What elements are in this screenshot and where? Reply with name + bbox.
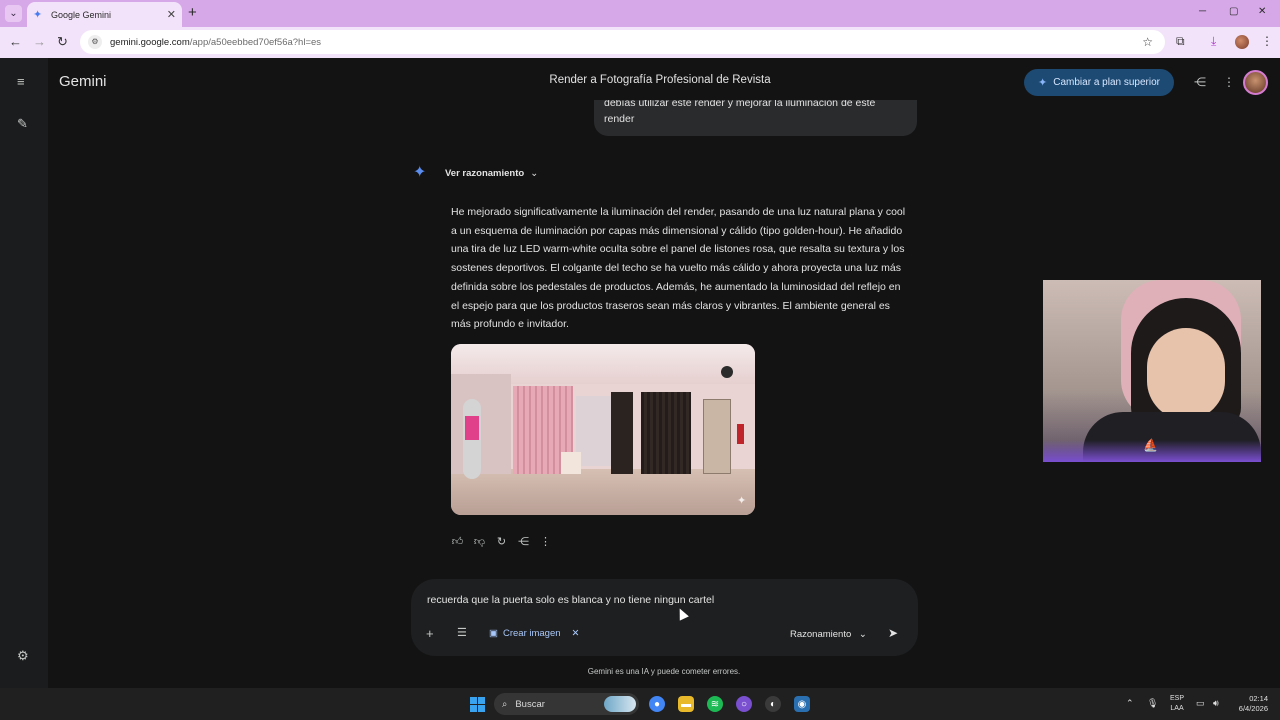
disclaimer: Gemini es una IA y puede cometer errores… — [587, 667, 741, 676]
browser-tab[interactable]: ✦ Google Gemini ✕ — [27, 2, 182, 27]
webcam-overlay: ⛵ — [1043, 280, 1261, 462]
sparkle-icon: ✦ — [1038, 77, 1048, 89]
mode-label: Razonamiento — [790, 629, 852, 640]
generated-image[interactable]: ✦ — [451, 344, 755, 515]
minimize-icon[interactable]: ─ — [1199, 6, 1206, 17]
new-chat-icon[interactable]: ✎ — [17, 116, 28, 132]
regenerate-icon[interactable]: ↻ — [495, 535, 508, 548]
clock-date: 6/4/2026 — [1238, 704, 1268, 713]
chevron-down-icon: ⌄ — [530, 168, 539, 179]
search-highlight-image — [604, 696, 636, 712]
upgrade-plan-button[interactable]: ✦ Cambiar a plan superior — [1024, 69, 1174, 96]
share-icon[interactable]: ⋲ — [1194, 75, 1206, 89]
tools-icon[interactable]: ☰ — [457, 626, 467, 639]
tray-chevron-icon[interactable]: ⌃ — [1126, 698, 1134, 709]
clock-time: 02:14 — [1249, 694, 1268, 703]
response-actions: 👍︎ 👎︎ ↻ ⋲ ⋮ — [451, 535, 552, 548]
extensions-icon[interactable]: ⧉ — [1176, 34, 1185, 49]
taskbar: ⌕ Buscar ● ▬ ≋ ○ ◐ ◉ ⌃ 🎙︎ ESP LAA ▭ 🔊︎ 0… — [0, 688, 1280, 720]
url-host: gemini.google.com — [110, 36, 190, 48]
send-icon[interactable]: ➤ — [888, 626, 898, 640]
browser-profile-avatar[interactable] — [1235, 35, 1249, 49]
create-image-label: Crear imagen — [502, 628, 561, 639]
language-indicator[interactable]: ESP LAA — [1170, 694, 1184, 714]
obs-icon[interactable]: ○ — [736, 696, 752, 712]
spotify-icon[interactable]: ≋ — [707, 696, 723, 712]
chevron-down-icon: ⌄ — [858, 629, 867, 640]
share-response-icon[interactable]: ⋲ — [517, 535, 530, 548]
prompt-input[interactable]: recuerda que la puerta solo es blanca y … — [427, 594, 714, 606]
tab-title: Google Gemini — [51, 9, 112, 20]
search-label: Buscar — [515, 698, 545, 710]
streamer-logo-icon: ⛵ — [1143, 438, 1158, 452]
image-sparkle-icon: ✦ — [737, 495, 747, 507]
create-image-chip[interactable]: ▣ Crear imagen ✕ — [489, 628, 580, 639]
lang-line2: LAA — [1170, 705, 1184, 712]
search-icon: ⌕ — [502, 698, 508, 710]
browser-tab-strip: ⌄ ✦ Google Gemini ✕ + ─ ▢ ✕ — [0, 0, 1280, 27]
close-window-icon[interactable]: ✕ — [1258, 6, 1266, 17]
close-tab-icon[interactable]: ✕ — [167, 8, 176, 21]
model-response-text: He mejorado significativamente la ilumin… — [451, 206, 906, 331]
reload-icon[interactable]: ↻ — [57, 34, 68, 50]
remove-chip-icon[interactable]: ✕ — [572, 628, 580, 639]
gemini-favicon-icon: ✦ — [33, 8, 43, 21]
prompt-composer: recuerda que la puerta solo es blanca y … — [411, 579, 918, 656]
bookmark-star-icon[interactable]: ☆ — [1142, 35, 1153, 49]
url-path: /app/a50eebbed70ef56a?hl=es — [189, 36, 322, 48]
gemini-spark-icon: ✦ — [413, 164, 427, 181]
mode-selector[interactable]: Razonamiento ⌄ — [790, 629, 867, 640]
network-icon[interactable]: ▭ — [1196, 698, 1205, 709]
more-actions-icon[interactable]: ⋮ — [539, 535, 552, 548]
user-message-line1: debías utilizar este render y mejorar la… — [604, 100, 876, 109]
lang-line1: ESP — [1170, 695, 1185, 702]
thumbs-down-icon[interactable]: 👎︎ — [473, 535, 486, 548]
forward-icon[interactable]: → — [33, 34, 46, 50]
address-bar[interactable]: ⚙ gemini.google.com /app/a50eebbed70ef56… — [80, 30, 1165, 54]
app-icon[interactable]: ◐ — [765, 696, 781, 712]
user-message-bubble: debías utilizar este render y mejorar la… — [594, 100, 917, 136]
windows-start-icon[interactable] — [470, 697, 485, 712]
show-reasoning-toggle[interactable]: Ver razonamiento ⌄ — [445, 168, 538, 179]
browser-menu-icon[interactable]: ⋮ — [1261, 34, 1273, 48]
add-icon[interactable]: + — [426, 626, 434, 641]
more-options-icon[interactable]: ⋮ — [1223, 75, 1235, 89]
taskbar-search[interactable]: ⌕ Buscar — [494, 693, 639, 715]
download-icon[interactable]: ⤓ — [1211, 34, 1216, 49]
clock[interactable]: 02:14 6/4/2026 — [1228, 694, 1268, 714]
upgrade-label: Cambiar a plan superior — [1053, 77, 1160, 88]
restore-icon[interactable]: ▢ — [1229, 6, 1238, 17]
site-info-icon[interactable]: ⚙ — [88, 35, 102, 49]
image-icon: ▣ — [489, 628, 498, 639]
user-avatar[interactable] — [1243, 70, 1268, 95]
microphone-icon[interactable]: 🎙︎ — [1147, 698, 1158, 709]
reasoning-label: Ver razonamiento — [445, 168, 525, 179]
sidebar: ≡ ✎ ⚙ — [0, 58, 48, 688]
chrome-icon[interactable]: ● — [649, 696, 665, 712]
back-icon[interactable]: ← — [9, 34, 22, 50]
app-window-icon[interactable]: ◉ — [794, 696, 810, 712]
settings-gear-icon[interactable]: ⚙ — [17, 648, 29, 664]
new-tab-button[interactable]: + — [188, 5, 197, 21]
tab-search-button[interactable]: ⌄ — [5, 5, 22, 22]
file-explorer-icon[interactable]: ▬ — [678, 696, 694, 712]
browser-toolbar: ← → ↻ ⚙ gemini.google.com /app/a50eebbed… — [0, 27, 1280, 58]
user-message-line2: render — [604, 113, 635, 125]
thumbs-up-icon[interactable]: 👍︎ — [451, 535, 464, 548]
volume-icon[interactable]: 🔊︎ — [1213, 698, 1219, 709]
